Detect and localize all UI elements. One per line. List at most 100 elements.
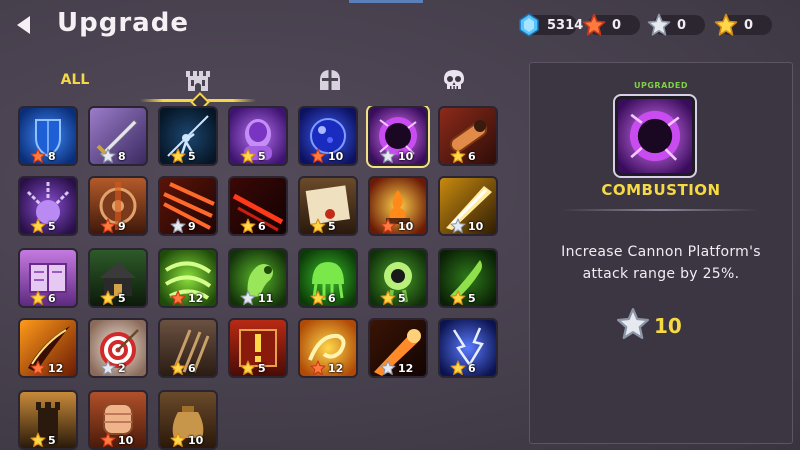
detail-panel: UPGRADED COMBUSTION Increase Cannon Plat… (529, 62, 793, 444)
gold-star-icon (450, 290, 466, 306)
tab-bar: ALL (12, 62, 512, 112)
gold-star-icon (240, 148, 256, 164)
silver-star-icon (170, 218, 186, 234)
currency-red-star: 0 (582, 12, 640, 38)
tile-cost-count: 12 (328, 361, 344, 375)
upgrade-tile-sword[interactable]: 8 (88, 106, 148, 166)
upgrade-tile-chained-orb[interactable]: 5 (18, 176, 78, 236)
skull-icon (444, 70, 464, 89)
upgrade-tile-fire-burst[interactable]: 10 (368, 176, 428, 236)
upgrade-tile-scroll[interactable]: 5 (298, 176, 358, 236)
upgrade-tile-round-shield[interactable]: 9 (88, 176, 148, 236)
tile-cost-count: 8 (48, 149, 56, 163)
red-star-icon (310, 148, 326, 164)
currency-gold-star: 0 (714, 12, 772, 38)
tile-cost-count: 8 (118, 149, 126, 163)
gold-star-count: 0 (744, 17, 754, 33)
tile-cost-count: 5 (118, 291, 126, 305)
upgrade-tile-blue-orb[interactable]: 10 (298, 106, 358, 166)
upgrade-tile-green-jelly[interactable]: 6 (298, 248, 358, 308)
tile-cost: 5 (170, 148, 196, 164)
upgrade-tile-arrows[interactable]: 6 (158, 318, 218, 378)
helmet-icon (320, 70, 340, 90)
upgrade-name: COMBUSTION (601, 181, 721, 199)
silver-star-icon (380, 148, 396, 164)
tile-cost: 6 (170, 360, 196, 376)
tile-cost: 12 (310, 360, 343, 376)
upgrade-tile-spear-thrower[interactable]: 5 (158, 106, 218, 166)
upgrade-tile-red-slash[interactable]: 9 (158, 176, 218, 236)
tile-cost-count: 11 (258, 291, 274, 305)
tile-cost-count: 5 (468, 291, 476, 305)
upgrade-tile-fire-swirl[interactable]: 12 (298, 318, 358, 378)
divider (560, 209, 760, 211)
red-star-icon (100, 218, 116, 234)
gold-star-icon (310, 290, 326, 306)
upgrade-tile-red-streak[interactable]: 6 (228, 176, 288, 236)
tile-cost: 6 (30, 290, 56, 306)
tile-cost-count: 6 (258, 219, 266, 233)
tile-cost-count: 5 (48, 219, 56, 233)
upgrade-tile-hut[interactable]: 5 (88, 248, 148, 308)
upgrade-tile-cannon[interactable]: 6 (438, 106, 498, 166)
silver-star-icon (647, 13, 671, 37)
upgrade-cost-button[interactable]: 10 (616, 307, 682, 345)
gold-star-icon (30, 218, 46, 234)
tile-cost-count: 9 (118, 219, 126, 233)
tile-cost-count: 5 (188, 149, 196, 163)
upgrade-tile-shield[interactable]: 8 (18, 106, 78, 166)
tile-cost: 6 (450, 148, 476, 164)
tab-all[interactable]: ALL (40, 62, 110, 98)
upgrade-tile-dark-tower[interactable]: 5 (18, 390, 78, 450)
back-arrow-icon[interactable] (14, 14, 34, 36)
tile-cost-count: 6 (188, 361, 196, 375)
tile-cost-count: 10 (468, 219, 484, 233)
tile-cost: 12 (30, 360, 63, 376)
tile-cost: 6 (240, 218, 266, 234)
red-star-icon (380, 218, 396, 234)
upgrade-tile-fist[interactable]: 10 (88, 390, 148, 450)
upgrade-description: Increase Cannon Platform's attack range … (561, 244, 761, 282)
upgrade-tile-magic-book[interactable]: 6 (18, 248, 78, 308)
tile-cost: 12 (170, 290, 203, 306)
currency-gem: 5314 (517, 12, 583, 38)
top-indicator (349, 0, 423, 3)
silver-star-icon (240, 290, 256, 306)
tile-cost: 10 (100, 432, 133, 448)
tile-cost-count: 6 (468, 149, 476, 163)
upgrade-tile-combustion-orb[interactable]: 10 (368, 106, 428, 166)
tile-cost-count: 2 (118, 361, 126, 375)
upgrade-tile-blue-lightning[interactable]: 6 (438, 318, 498, 378)
upgrade-tile-green-eye[interactable]: 5 (368, 248, 428, 308)
tile-cost: 2 (100, 360, 126, 376)
tile-cost: 9 (170, 218, 196, 234)
upgrade-tile-purple-golem[interactable]: 5 (228, 106, 288, 166)
tile-cost: 10 (450, 218, 483, 234)
silver-star-count: 0 (677, 17, 687, 33)
gold-star-icon (450, 360, 466, 376)
silver-star-icon (380, 360, 396, 376)
upgrade-tile-green-hand[interactable]: 11 (228, 248, 288, 308)
tab-enemy[interactable] (434, 62, 474, 98)
upgrade-tile-green-claw[interactable]: 5 (438, 248, 498, 308)
upgrade-tile-orange-beam[interactable]: 12 (368, 318, 428, 378)
upgrade-tile-green-wind[interactable]: 12 (158, 248, 218, 308)
upgrade-tile-money-bag[interactable]: 10 (158, 390, 218, 450)
gold-star-icon (100, 290, 116, 306)
tile-cost: 5 (240, 360, 266, 376)
tile-cost-count: 10 (398, 149, 414, 163)
tile-cost-count: 6 (328, 291, 336, 305)
tile-cost: 5 (380, 290, 406, 306)
tile-cost-count: 5 (258, 149, 266, 163)
tile-cost: 5 (100, 290, 126, 306)
upgrade-tile-light-beam[interactable]: 10 (438, 176, 498, 236)
upgrade-tile-target[interactable]: 2 (88, 318, 148, 378)
upgrade-tile-alert-book[interactable]: 5 (228, 318, 288, 378)
upgrade-tile-fire-slash[interactable]: 12 (18, 318, 78, 378)
detail-icon (613, 94, 697, 178)
tab-hero[interactable] (310, 62, 350, 98)
gold-star-icon (310, 218, 326, 234)
gold-star-icon (30, 432, 46, 448)
page-title: Upgrade (57, 8, 189, 38)
tile-cost: 8 (100, 148, 126, 164)
